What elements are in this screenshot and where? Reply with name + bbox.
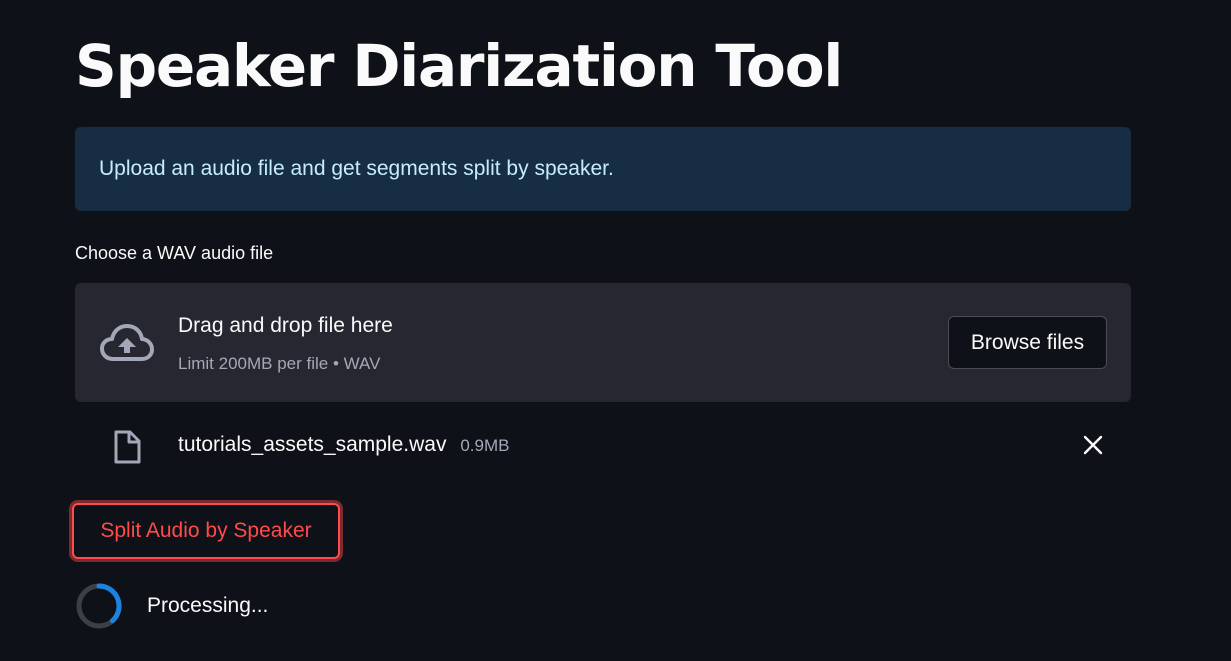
page-title: Speaker Diarization Tool: [75, 32, 843, 100]
file-size-text: 0.9MB: [460, 436, 510, 455]
file-name-text: tutorials_assets_sample.wav: [178, 433, 447, 456]
file-uploader-label: Choose a WAV audio file: [75, 243, 274, 263]
file-icon: [114, 430, 141, 464]
spinner-icon: [76, 583, 122, 629]
remove-file-button[interactable]: [1078, 430, 1108, 460]
dropzone-title: Drag and drop file here: [178, 314, 393, 337]
dropzone-limit-text: Limit 200MB per file • WAV: [178, 354, 381, 373]
info-alert-text: Upload an audio file and get segments sp…: [99, 157, 614, 180]
info-alert: Upload an audio file and get segments sp…: [75, 127, 1131, 211]
uploaded-file-name: tutorials_assets_sample.wav 0.9MB: [178, 431, 509, 460]
browse-files-button[interactable]: Browse files: [948, 316, 1107, 369]
close-icon: [1083, 435, 1103, 455]
cloud-upload-icon: [100, 324, 154, 361]
app-page: Speaker Diarization Tool Upload an audio…: [0, 0, 1231, 661]
file-dropzone[interactable]: Drag and drop file here Limit 200MB per …: [75, 283, 1131, 402]
split-audio-button[interactable]: Split Audio by Speaker: [72, 503, 340, 559]
processing-status-text: Processing...: [147, 594, 269, 617]
uploaded-file-row: tutorials_assets_sample.wav 0.9MB: [75, 420, 1131, 470]
